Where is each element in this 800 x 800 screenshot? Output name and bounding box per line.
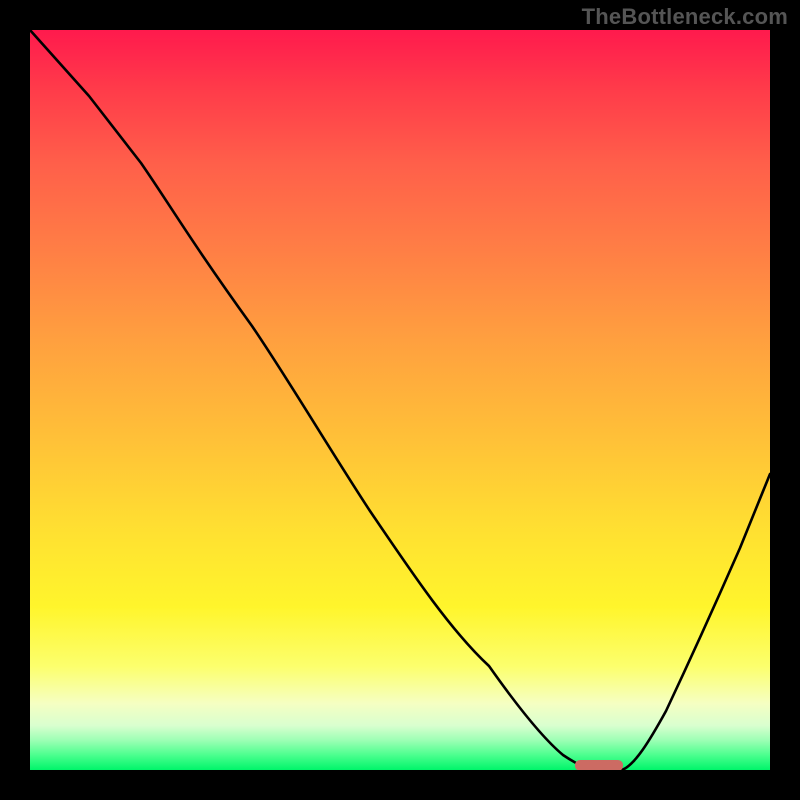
chart-frame: TheBottleneck.com xyxy=(0,0,800,800)
curve-layer xyxy=(30,30,770,770)
optimal-marker xyxy=(575,760,623,770)
bottleneck-curve xyxy=(30,30,770,770)
watermark-text: TheBottleneck.com xyxy=(582,4,788,30)
plot-area xyxy=(30,30,770,770)
